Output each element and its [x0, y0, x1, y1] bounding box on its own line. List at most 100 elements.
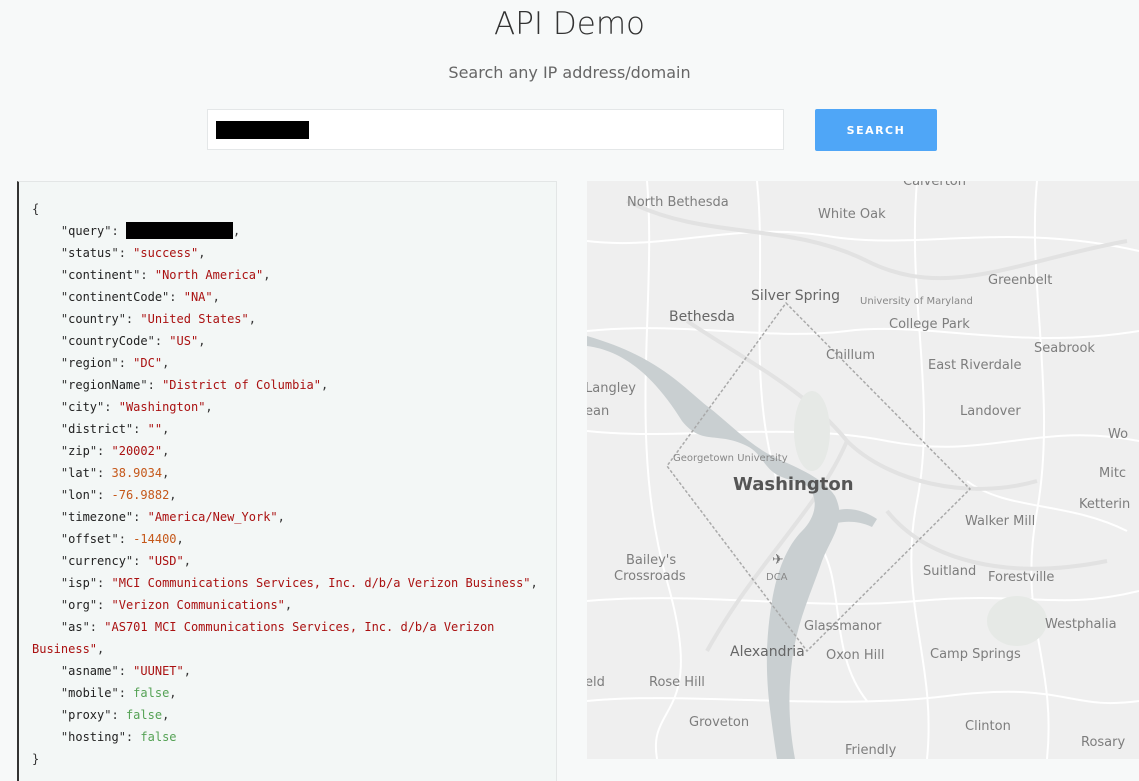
json-field-as: "as": "AS701 MCI Communications Services… [32, 620, 495, 634]
json-key: lon [68, 488, 90, 502]
json-field-countryCode: "countryCode": "US", [32, 334, 206, 348]
json-value: -14400 [133, 532, 177, 546]
map-label-eld: eld [587, 675, 605, 690]
json-value: "MCI Communications Services, Inc. d/b/a… [111, 576, 531, 590]
map-label-oxon-hill: Oxon Hill [826, 648, 885, 663]
json-key: proxy [68, 708, 105, 722]
map-label-clinton: Clinton [965, 719, 1011, 734]
json-key: continentCode [68, 290, 163, 304]
json-key: district [68, 422, 126, 436]
json-key: timezone [68, 510, 126, 524]
map-label-crossroads: Crossroads [614, 569, 686, 584]
map-label-friendly: Friendly [845, 743, 897, 758]
json-key: continent [68, 268, 134, 282]
json-field-org: "org": "Verizon Communications", [32, 598, 293, 612]
map-graphic [587, 181, 1139, 759]
json-field-lat: "lat": 38.9034, [32, 466, 170, 480]
json-value: "Washington" [118, 400, 206, 414]
page-subtitle: Search any IP address/domain [448, 63, 691, 82]
json-value: 38.9034 [111, 466, 163, 480]
json-field-zip: "zip": "20002", [32, 444, 170, 458]
json-field-mobile: "mobile": false, [32, 686, 177, 700]
json-field-as-cont: Business", [32, 642, 105, 656]
map-label-bethesda: Bethesda [669, 309, 735, 325]
json-key: hosting [68, 730, 119, 744]
map-label-east-riverdale: East Riverdale [928, 358, 1022, 373]
json-field-country: "country": "United States", [32, 312, 256, 326]
map-view[interactable]: Calverton North Bethesda White Oak Greenbel… [587, 181, 1139, 759]
json-field-asname: "asname": "UUNET", [32, 664, 191, 678]
json-value: "North America" [154, 268, 264, 282]
json-field-district: "district": "", [32, 422, 170, 436]
json-field-proxy: "proxy": false, [32, 708, 170, 722]
json-value: "AS701 MCI Communications Services, Inc.… [104, 620, 495, 634]
json-key: status [68, 246, 112, 260]
map-label-landover: Landover [960, 404, 1021, 419]
redacted-input-text [216, 121, 309, 139]
json-field-lon: "lon": -76.9882, [32, 488, 177, 502]
redacted-query-value [125, 222, 233, 239]
json-value: "District of Columbia" [162, 378, 322, 392]
json-value: false [125, 708, 163, 722]
json-key: countryCode [68, 334, 148, 348]
json-value: "United States" [140, 312, 249, 326]
map-label-wo: Wo [1108, 427, 1129, 442]
page-title: API Demo [493, 6, 645, 42]
json-value: "NA" [183, 290, 213, 304]
map-label-rose-hill: Rose Hill [649, 675, 705, 690]
json-field-continent: "continent": "North America", [32, 268, 271, 282]
json-value: false [133, 686, 170, 700]
json-field-offset: "offset": -14400, [32, 532, 184, 546]
json-key: org [68, 598, 90, 612]
json-key: zip [68, 444, 90, 458]
json-field-isp: "isp": "MCI Communications Services, Inc… [32, 576, 538, 590]
map-label-north-bethesda: North Bethesda [627, 195, 729, 210]
map-label-calverton: Calverton [903, 181, 966, 189]
json-key: mobile [68, 686, 112, 700]
json-response-panel: { "query": , "status": "success", "conti… [17, 181, 557, 781]
map-label-glassmanor: Glassmanor [804, 619, 882, 634]
json-value: "USD" [147, 554, 184, 568]
json-key: region [68, 356, 112, 370]
json-value: "Verizon Communications" [111, 598, 285, 612]
json-key: regionName [68, 378, 141, 392]
map-label-ean: ean [587, 404, 610, 419]
map-label-forestville: Forestville [988, 570, 1055, 585]
map-label-rosary: Rosary [1081, 735, 1126, 750]
map-label-langley: Langley [587, 381, 637, 396]
json-key: isp [68, 576, 90, 590]
json-open-brace: { [32, 202, 40, 216]
json-field-currency: "currency": "USD", [32, 554, 191, 568]
json-key: currency [68, 554, 126, 568]
json-value: "DC" [133, 356, 163, 370]
json-field-timezone: "timezone": "America/New_York", [32, 510, 285, 524]
json-field-continentCode: "continentCode": "NA", [32, 290, 220, 304]
json-close-brace: } [32, 752, 40, 766]
json-value: "US" [169, 334, 199, 348]
map-label-silver-spring: Silver Spring [751, 288, 840, 304]
map-label-walker-mill: Walker Mill [965, 514, 1036, 529]
map-label-chillum: Chillum [826, 348, 876, 363]
map-label-dca: DCA [766, 572, 788, 583]
json-key: query [68, 224, 105, 238]
map-label-camp-springs: Camp Springs [930, 647, 1021, 662]
json-value: "success" [133, 246, 199, 260]
map-label-georgetown-university: Georgetown University [673, 453, 788, 464]
json-key: lat [68, 466, 90, 480]
json-value-cont: Business" [32, 642, 98, 656]
json-value: -76.9882 [111, 488, 170, 502]
json-key: asname [68, 664, 112, 678]
map-label-groveton: Groveton [689, 715, 750, 730]
map-label-alexandria: Alexandria [730, 644, 805, 660]
json-key: country [68, 312, 119, 326]
json-field-region: "region": "DC", [32, 356, 170, 370]
search-button[interactable]: SEARCH [815, 109, 937, 151]
json-field-hosting: "hosting": false [32, 730, 177, 744]
json-field-regionName: "regionName": "District of Columbia", [32, 378, 329, 392]
map-label-baileys: Bailey's [626, 553, 677, 568]
json-field-query: "query": , [32, 222, 241, 239]
json-key: as [68, 620, 83, 634]
map-label-suitland: Suitland [923, 564, 977, 579]
airport-icon: ✈ [772, 552, 784, 568]
json-field-status: "status": "success", [32, 246, 206, 260]
